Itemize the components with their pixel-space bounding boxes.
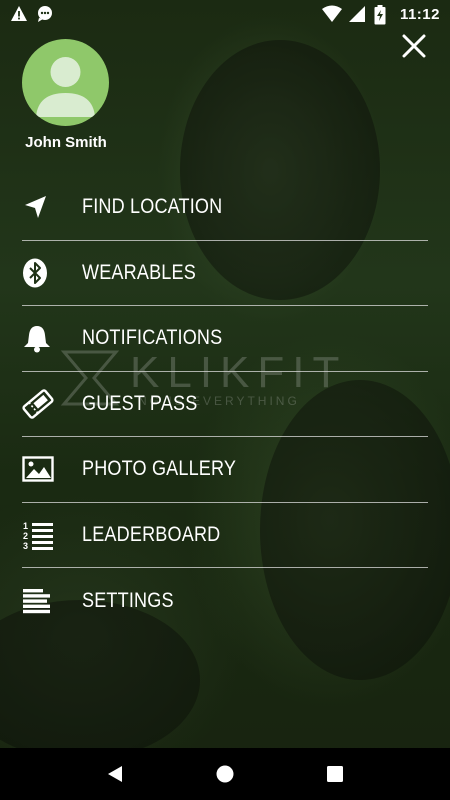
numbered-list-icon: 1 2 3 (22, 519, 66, 551)
menu-item-leaderboard[interactable]: 1 2 3 LEADERBOARD (22, 503, 428, 568)
svg-text:2: 2 (23, 531, 28, 541)
svg-text:3: 3 (23, 541, 28, 550)
drawer-menu: FIND LOCATION WEARABLES NOTIFICATIONS GU… (22, 175, 428, 634)
image-icon (22, 453, 66, 485)
avatar[interactable] (22, 39, 109, 126)
lines-icon (22, 585, 66, 617)
battery-charging-icon (374, 5, 392, 25)
menu-item-guest-pass[interactable]: GUEST PASS (22, 372, 428, 437)
warning-icon (10, 5, 28, 23)
system-nav-bar (0, 748, 450, 800)
menu-item-label: NOTIFICATIONS (82, 326, 223, 350)
close-icon (402, 34, 426, 58)
menu-item-label: GUEST PASS (82, 391, 198, 415)
menu-item-label: SETTINGS (82, 588, 174, 612)
bluetooth-icon (22, 257, 66, 289)
home-button[interactable] (210, 759, 240, 789)
menu-item-photo-gallery[interactable]: PHOTO GALLERY (22, 437, 428, 503)
recents-icon (327, 766, 343, 782)
menu-item-wearables[interactable]: WEARABLES (22, 241, 428, 306)
menu-item-label: PHOTO GALLERY (82, 457, 237, 481)
menu-item-settings[interactable]: SETTINGS (22, 568, 428, 634)
ticket-icon (22, 388, 66, 420)
menu-item-label: LEADERBOARD (82, 522, 221, 546)
back-button[interactable] (100, 759, 130, 789)
wifi-icon (321, 5, 342, 23)
back-icon (108, 766, 122, 782)
close-button[interactable] (398, 30, 430, 62)
menu-item-find-location[interactable]: FIND LOCATION (22, 175, 428, 241)
menu-item-label: FIND LOCATION (82, 195, 223, 219)
drawer-screen: 11:12 John Smith KLIKFIT NG IS EVERYTHIN… (0, 0, 450, 800)
person-placeholder-icon (36, 57, 95, 117)
signal-icon (348, 5, 366, 23)
user-name: John Smith (25, 134, 107, 151)
navigation-arrow-icon (22, 191, 66, 223)
home-icon (216, 765, 234, 783)
status-time: 11:12 (399, 5, 440, 23)
bell-icon (22, 322, 66, 354)
chat-notification-icon (36, 5, 54, 23)
recents-button[interactable] (320, 759, 350, 789)
svg-text:1: 1 (23, 521, 28, 531)
menu-item-label: WEARABLES (82, 260, 196, 284)
status-bar: 11:12 (0, 0, 450, 28)
menu-item-notifications[interactable]: NOTIFICATIONS (22, 306, 428, 372)
